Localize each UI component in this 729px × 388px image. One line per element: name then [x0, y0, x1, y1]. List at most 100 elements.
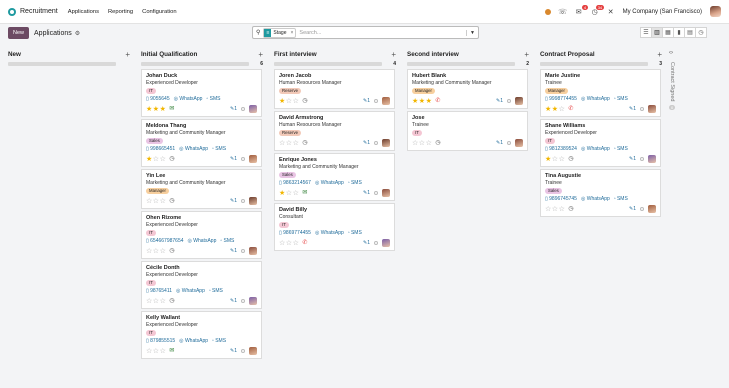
recruiter-avatar[interactable] [648, 105, 656, 113]
kanban-state-icon[interactable] [640, 207, 644, 211]
recruiter-avatar[interactable] [249, 347, 257, 355]
kanban-state-icon[interactable] [241, 299, 245, 303]
star-icon[interactable]: ☆ [419, 140, 426, 147]
kanban-state-icon[interactable] [640, 107, 644, 111]
star-icon[interactable]: ★ [545, 106, 552, 113]
star-icon[interactable]: ★ [412, 98, 419, 105]
applicant-card[interactable]: Enrique Jones Marketing and Community Man… [274, 153, 395, 201]
sms-link[interactable]: ▫ SMS [348, 230, 362, 237]
priority-stars[interactable]: ★☆☆ [545, 156, 565, 163]
new-button[interactable]: New [8, 27, 30, 39]
kanban-state-icon[interactable] [241, 199, 245, 203]
kanban-state-icon[interactable] [507, 141, 511, 145]
applicant-card[interactable]: Jose Trainee IT ☆☆☆ ◷ ✎1 [407, 111, 528, 151]
attachment-count[interactable]: ✎1 [629, 106, 636, 113]
search-options-toggle-icon[interactable]: ▼ [466, 29, 475, 36]
applicant-card[interactable]: Yin Lee Marketing and Community Manager Ma… [141, 169, 262, 209]
applicant-card[interactable]: Hubert Blank Marketing and Community Mana… [407, 69, 528, 109]
phone-icon[interactable]: ✆ [302, 240, 307, 247]
star-icon[interactable]: ☆ [160, 198, 167, 205]
phone-number[interactable]: ▯ 9998774455 [545, 96, 577, 103]
star-icon[interactable]: ☆ [279, 140, 286, 147]
star-icon[interactable]: ☆ [286, 190, 293, 197]
attachment-count[interactable]: ✎1 [230, 298, 237, 305]
attachment-count[interactable]: ✎1 [230, 156, 237, 163]
attachment-count[interactable]: ✎1 [496, 98, 503, 105]
star-icon[interactable]: ☆ [153, 198, 160, 205]
whatsapp-link[interactable]: ◎ WhatsApp [581, 196, 610, 203]
kanban-state-icon[interactable] [241, 107, 245, 111]
whatsapp-link[interactable]: ◎ WhatsApp [179, 338, 208, 345]
star-icon[interactable]: ☆ [293, 98, 300, 105]
unfold-arrows-icon[interactable]: ‹› [669, 50, 681, 56]
column-title[interactable]: Initial Qualification [141, 51, 197, 58]
attachment-count[interactable]: ✎1 [363, 140, 370, 147]
priority-stars[interactable]: ★☆☆ [279, 190, 299, 197]
priority-stars[interactable]: ★★★ [412, 98, 432, 105]
sms-link[interactable]: ▫ SMS [212, 338, 226, 345]
attachment-count[interactable]: ✎1 [230, 348, 237, 355]
star-icon[interactable]: ☆ [552, 156, 559, 163]
star-icon[interactable]: ☆ [293, 140, 300, 147]
whatsapp-link[interactable]: ◎ WhatsApp [581, 96, 610, 103]
star-icon[interactable]: ☆ [286, 98, 293, 105]
kanban-state-icon[interactable] [241, 157, 245, 161]
column-title[interactable]: Contract Proposal [540, 51, 595, 58]
whatsapp-link[interactable]: ◎ WhatsApp [315, 230, 344, 237]
stage-facet[interactable]: ≡ Stage × [263, 27, 297, 38]
priority-stars[interactable]: ☆☆☆ [279, 240, 299, 247]
recruitment-app-icon[interactable] [8, 7, 16, 16]
kanban-state-icon[interactable] [507, 99, 511, 103]
chat-icon[interactable]: ✉ 4 [575, 4, 588, 16]
clock-icon[interactable]: ◷ [435, 140, 440, 147]
star-icon[interactable]: ☆ [559, 206, 566, 213]
recruiter-avatar[interactable] [382, 239, 390, 247]
whatsapp-link[interactable]: ◎ WhatsApp [581, 146, 610, 153]
star-icon[interactable]: ☆ [559, 156, 566, 163]
priority-stars[interactable]: ★☆☆ [279, 98, 299, 105]
star-icon[interactable]: ☆ [286, 140, 293, 147]
recruiter-avatar[interactable] [648, 205, 656, 213]
sms-link[interactable]: ▫ SMS [220, 238, 234, 245]
quick-create-plus-icon[interactable]: + [524, 50, 529, 59]
star-icon[interactable]: ☆ [153, 298, 160, 305]
column-title[interactable]: Second interview [407, 51, 459, 58]
folded-column-contract-signed[interactable]: ‹› Contract Signed 0 [669, 50, 681, 130]
star-icon[interactable]: ☆ [160, 348, 167, 355]
recruiter-avatar[interactable] [249, 297, 257, 305]
email-icon[interactable]: ✉ [169, 106, 174, 113]
tools-icon[interactable]: ✕ [607, 8, 615, 16]
phone-icon[interactable]: ☏ [558, 8, 567, 16]
quick-create-plus-icon[interactable]: + [657, 50, 662, 59]
email-icon[interactable]: ✉ [169, 348, 174, 355]
star-icon[interactable]: ☆ [293, 190, 300, 197]
star-icon[interactable]: ★ [279, 190, 286, 197]
applicant-card[interactable]: Ohen Rizome Experienced Developer IT ▯ 6546… [141, 211, 262, 259]
star-icon[interactable]: ☆ [293, 240, 300, 247]
applicant-card[interactable]: David Armstrong Human Resources Manager Re… [274, 111, 395, 151]
applicant-card[interactable]: David Billy Consultant IT ▯ 9869774455 ◎ Wha… [274, 203, 395, 251]
star-icon[interactable]: ★ [160, 106, 167, 113]
phone-icon[interactable]: ✆ [435, 98, 440, 105]
star-icon[interactable]: ☆ [559, 106, 566, 113]
activity-view-icon[interactable]: ◷ [695, 27, 707, 38]
star-icon[interactable]: ★ [552, 106, 559, 113]
clock-icon[interactable]: ◷ [302, 98, 307, 105]
star-icon[interactable]: ★ [279, 98, 286, 105]
recruiter-avatar[interactable] [648, 155, 656, 163]
star-icon[interactable]: ★ [146, 156, 153, 163]
phone-number[interactable]: ▯ 9869774455 [279, 230, 311, 237]
priority-stars[interactable]: ☆☆☆ [146, 348, 166, 355]
gear-icon[interactable]: ⚙ [75, 30, 80, 37]
user-avatar[interactable] [710, 6, 721, 17]
star-icon[interactable]: ★ [153, 106, 160, 113]
kanban-state-icon[interactable] [241, 349, 245, 353]
status-dot-icon[interactable] [544, 8, 551, 15]
clock-icon[interactable]: ◷ [568, 206, 573, 213]
menu-configuration[interactable]: Configuration [142, 9, 176, 15]
priority-stars[interactable]: ☆☆☆ [412, 140, 432, 147]
sms-link[interactable]: ▫ SMS [206, 96, 220, 103]
activity-clock-icon[interactable]: ◷ 34 [591, 4, 604, 16]
recruiter-avatar[interactable] [382, 189, 390, 197]
star-icon[interactable]: ☆ [279, 240, 286, 247]
